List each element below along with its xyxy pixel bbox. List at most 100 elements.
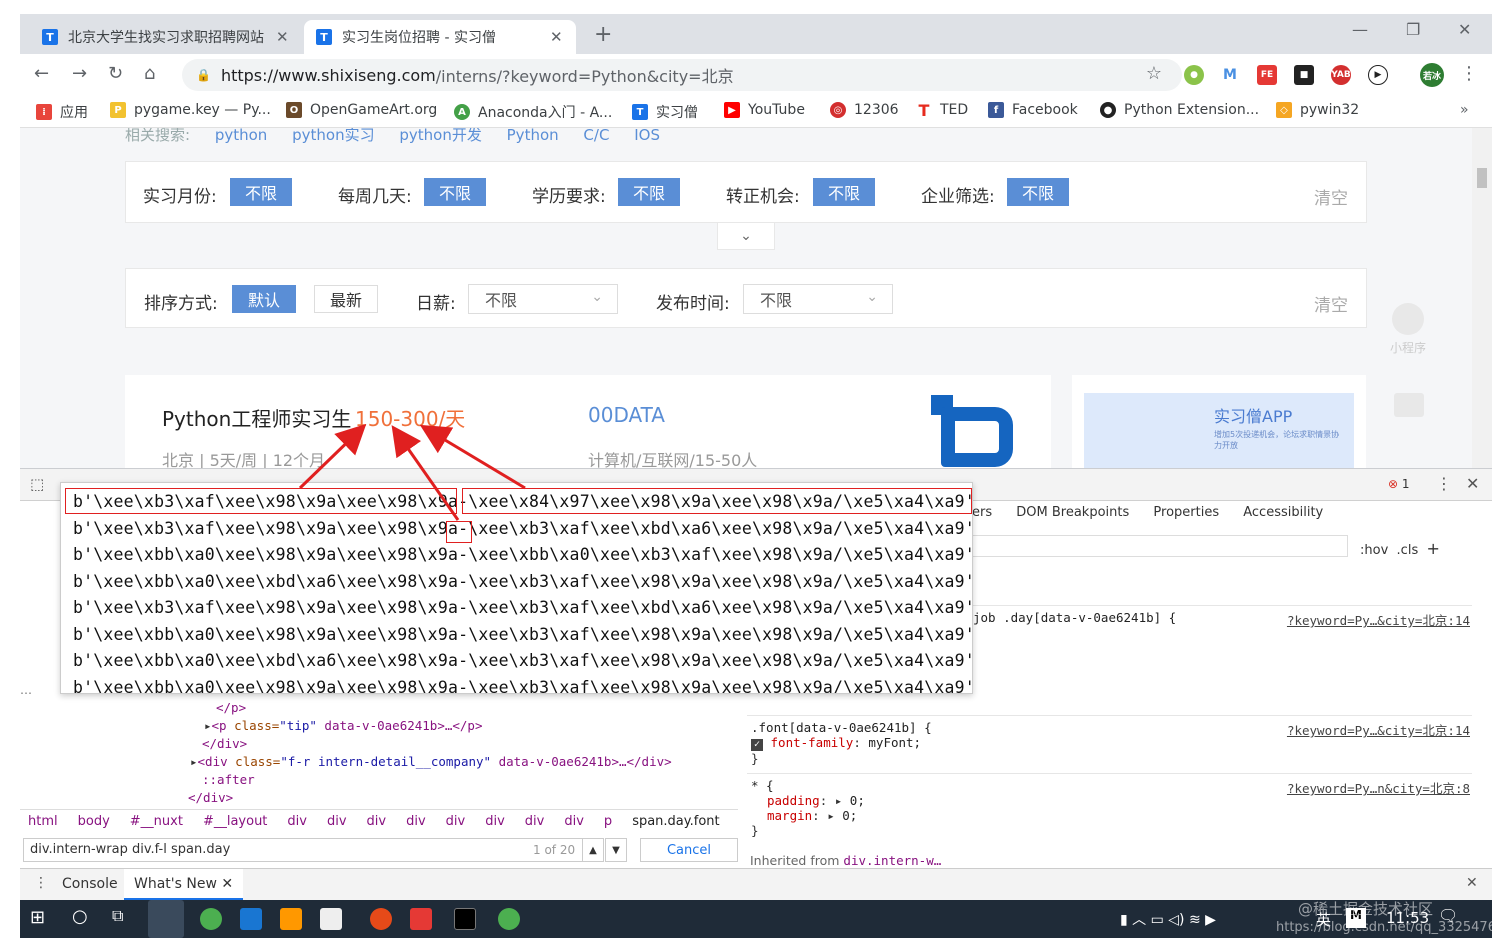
- powerpoint-icon[interactable]: [370, 908, 392, 930]
- related-keyword[interactable]: IOS: [634, 128, 660, 144]
- tab-dom-breakpoints[interactable]: DOM Breakpoints: [1016, 505, 1129, 520]
- chrome-icon[interactable]: [200, 908, 222, 930]
- ellipsis-icon[interactable]: …: [20, 683, 32, 697]
- wechat-icon[interactable]: [498, 908, 520, 930]
- dom-node[interactable]: ▸<p class="tip" data-v-0ae6241b>…</p>: [20, 717, 740, 735]
- breadcrumb-item[interactable]: #__layout: [203, 814, 267, 829]
- reload-icon[interactable]: ↻: [108, 63, 123, 84]
- tab-properties[interactable]: Properties: [1153, 505, 1219, 520]
- drawer-menu-icon[interactable]: ⋮: [34, 875, 48, 891]
- breadcrumb-item[interactable]: div: [564, 814, 584, 829]
- filter-conversion-button[interactable]: 不限: [813, 178, 875, 206]
- menu-kebab-icon[interactable]: ⋮: [1460, 63, 1478, 84]
- search-next-icon[interactable]: ▼: [605, 838, 627, 862]
- bookmark-ted[interactable]: T TED: [916, 101, 968, 120]
- hov-toggle[interactable]: :hov: [1360, 543, 1388, 558]
- filter-days-button[interactable]: 不限: [424, 178, 486, 206]
- css-source-link[interactable]: ?keyword=Py…&city=北京:14: [1287, 610, 1470, 629]
- filter-education-button[interactable]: 不限: [618, 178, 680, 206]
- search-icon[interactable]: ○: [72, 906, 88, 927]
- css-property[interactable]: margin: [767, 808, 812, 823]
- related-keyword[interactable]: python开发: [399, 128, 481, 144]
- cls-toggle[interactable]: .cls: [1397, 543, 1419, 558]
- bookmark-shixiseng[interactable]: T 实习僧: [632, 102, 698, 122]
- job-title[interactable]: Python工程师实习生: [162, 403, 351, 432]
- bookmark-anaconda[interactable]: A Anaconda入门 - A...: [454, 102, 612, 122]
- bookmark-pygame[interactable]: Ppygame.key — Py...: [110, 102, 271, 118]
- css-property[interactable]: font-family: [771, 735, 854, 750]
- bookmark-apps[interactable]: ⁞ 应用: [36, 102, 88, 122]
- inherited-element-link[interactable]: div.intern-w…: [843, 853, 941, 868]
- devtools-menu-icon[interactable]: ⋮: [1436, 474, 1452, 493]
- restore-icon[interactable]: ❐: [1406, 20, 1420, 39]
- bookmark-facebook[interactable]: f Facebook: [988, 102, 1078, 118]
- breadcrumb-item[interactable]: div: [485, 814, 505, 829]
- devtools-close-icon[interactable]: ✕: [1466, 474, 1479, 493]
- file-explorer-icon[interactable]: [148, 900, 184, 938]
- bookmark-opengameart[interactable]: O OpenGameArt.org: [286, 102, 437, 118]
- inspect-element-icon[interactable]: ⬚: [30, 475, 44, 493]
- address-bar[interactable]: 🔒 https://www.shixiseng.com/interns/?key…: [182, 59, 1182, 91]
- css-source-link[interactable]: ?keyword=Py…&city=北京:14: [1287, 720, 1470, 739]
- dom-node[interactable]: </div>: [20, 789, 740, 807]
- close-icon[interactable]: ✕: [276, 28, 289, 46]
- filter-company-button[interactable]: 不限: [1007, 178, 1069, 206]
- related-keyword[interactable]: python实习: [292, 128, 374, 144]
- search-cancel-button[interactable]: Cancel: [640, 838, 738, 862]
- error-counter[interactable]: ⊗ 1: [1388, 477, 1410, 491]
- tab-beida[interactable]: T 北京大学生找实习求职招聘网站 ✕: [30, 20, 302, 54]
- play-extension-icon[interactable]: ▶: [1368, 65, 1388, 85]
- bookmark-12306[interactable]: ◎ 12306: [830, 102, 899, 118]
- css-property[interactable]: padding: [767, 793, 820, 808]
- breadcrumb-item[interactable]: body: [78, 814, 110, 829]
- company-name[interactable]: 00DATA: [588, 403, 665, 427]
- close-icon[interactable]: ✕: [550, 28, 563, 46]
- fe-extension-icon[interactable]: FE: [1257, 65, 1277, 85]
- dom-node[interactable]: </p>: [20, 699, 740, 717]
- breadcrumb-item[interactable]: div: [367, 814, 387, 829]
- tab-accessibility[interactable]: Accessibility: [1243, 505, 1323, 520]
- related-keyword[interactable]: Python: [507, 128, 559, 144]
- app-icon[interactable]: [240, 908, 262, 930]
- tab-event-listeners[interactable]: ers: [972, 505, 992, 520]
- profile-avatar[interactable]: 若冰: [1420, 63, 1444, 87]
- dom-node[interactable]: ::after: [20, 771, 740, 789]
- bookmark-pywin32[interactable]: ◇ pywin32: [1276, 102, 1359, 118]
- bookmark-youtube[interactable]: ▶ YouTube: [724, 102, 805, 118]
- back-icon[interactable]: ←: [34, 63, 49, 84]
- bookmarks-overflow-icon[interactable]: »: [1460, 102, 1469, 118]
- dom-node[interactable]: ▸<div class="f-r intern-detail__company"…: [20, 753, 740, 771]
- breadcrumb-item[interactable]: p: [604, 814, 612, 829]
- breadcrumb-item[interactable]: div: [287, 814, 307, 829]
- sort-default-button[interactable]: 默认: [232, 285, 296, 313]
- minimize-icon[interactable]: —: [1352, 20, 1368, 39]
- app-icon[interactable]: [410, 908, 432, 930]
- bookmark-python-extension[interactable]: ● Python Extension...: [1100, 102, 1259, 118]
- breadcrumb-item[interactable]: div: [406, 814, 426, 829]
- yab-extension-icon[interactable]: YAB: [1331, 65, 1351, 85]
- related-keyword[interactable]: C/C: [583, 128, 609, 144]
- app-icon[interactable]: [320, 908, 342, 930]
- checkbox-checked-icon[interactable]: ✓: [751, 739, 763, 751]
- breadcrumb-item[interactable]: html: [28, 814, 58, 829]
- clear-filters-button[interactable]: 清空: [1314, 184, 1348, 209]
- new-tab-icon[interactable]: +: [594, 22, 612, 47]
- system-tray-icons[interactable]: ▮ ︿ ▭ ◁) ≋ ▶: [1120, 909, 1216, 929]
- css-source-link[interactable]: ?keyword=Py…n&city=北京:8: [1287, 778, 1470, 797]
- gmail-extension-icon[interactable]: M: [1220, 65, 1240, 85]
- publish-time-select[interactable]: 不限 ⌄: [743, 284, 893, 314]
- mini-program-icon[interactable]: 小程序: [1390, 303, 1426, 356]
- sort-newest-button[interactable]: 最新: [314, 285, 378, 313]
- close-icon[interactable]: ✕: [221, 876, 233, 892]
- dom-search-input[interactable]: div.intern-wrap div.f-l span.day: [23, 838, 583, 862]
- dom-node[interactable]: </div>: [20, 735, 740, 753]
- related-keyword[interactable]: python: [215, 128, 267, 144]
- breadcrumb-current[interactable]: span.day.font: [632, 814, 719, 829]
- tab-shixiseng[interactable]: T 实习生岗位招聘 - 实习僧 ✕: [304, 20, 576, 54]
- search-prev-icon[interactable]: ▲: [582, 838, 604, 862]
- breadcrumb-item[interactable]: #__nuxt: [130, 814, 183, 829]
- breadcrumb-item[interactable]: div: [446, 814, 466, 829]
- scroll-thumb[interactable]: [1477, 168, 1487, 188]
- chevron-down-icon[interactable]: ⌄: [717, 222, 775, 250]
- salary-select[interactable]: 不限 ⌄: [468, 284, 618, 314]
